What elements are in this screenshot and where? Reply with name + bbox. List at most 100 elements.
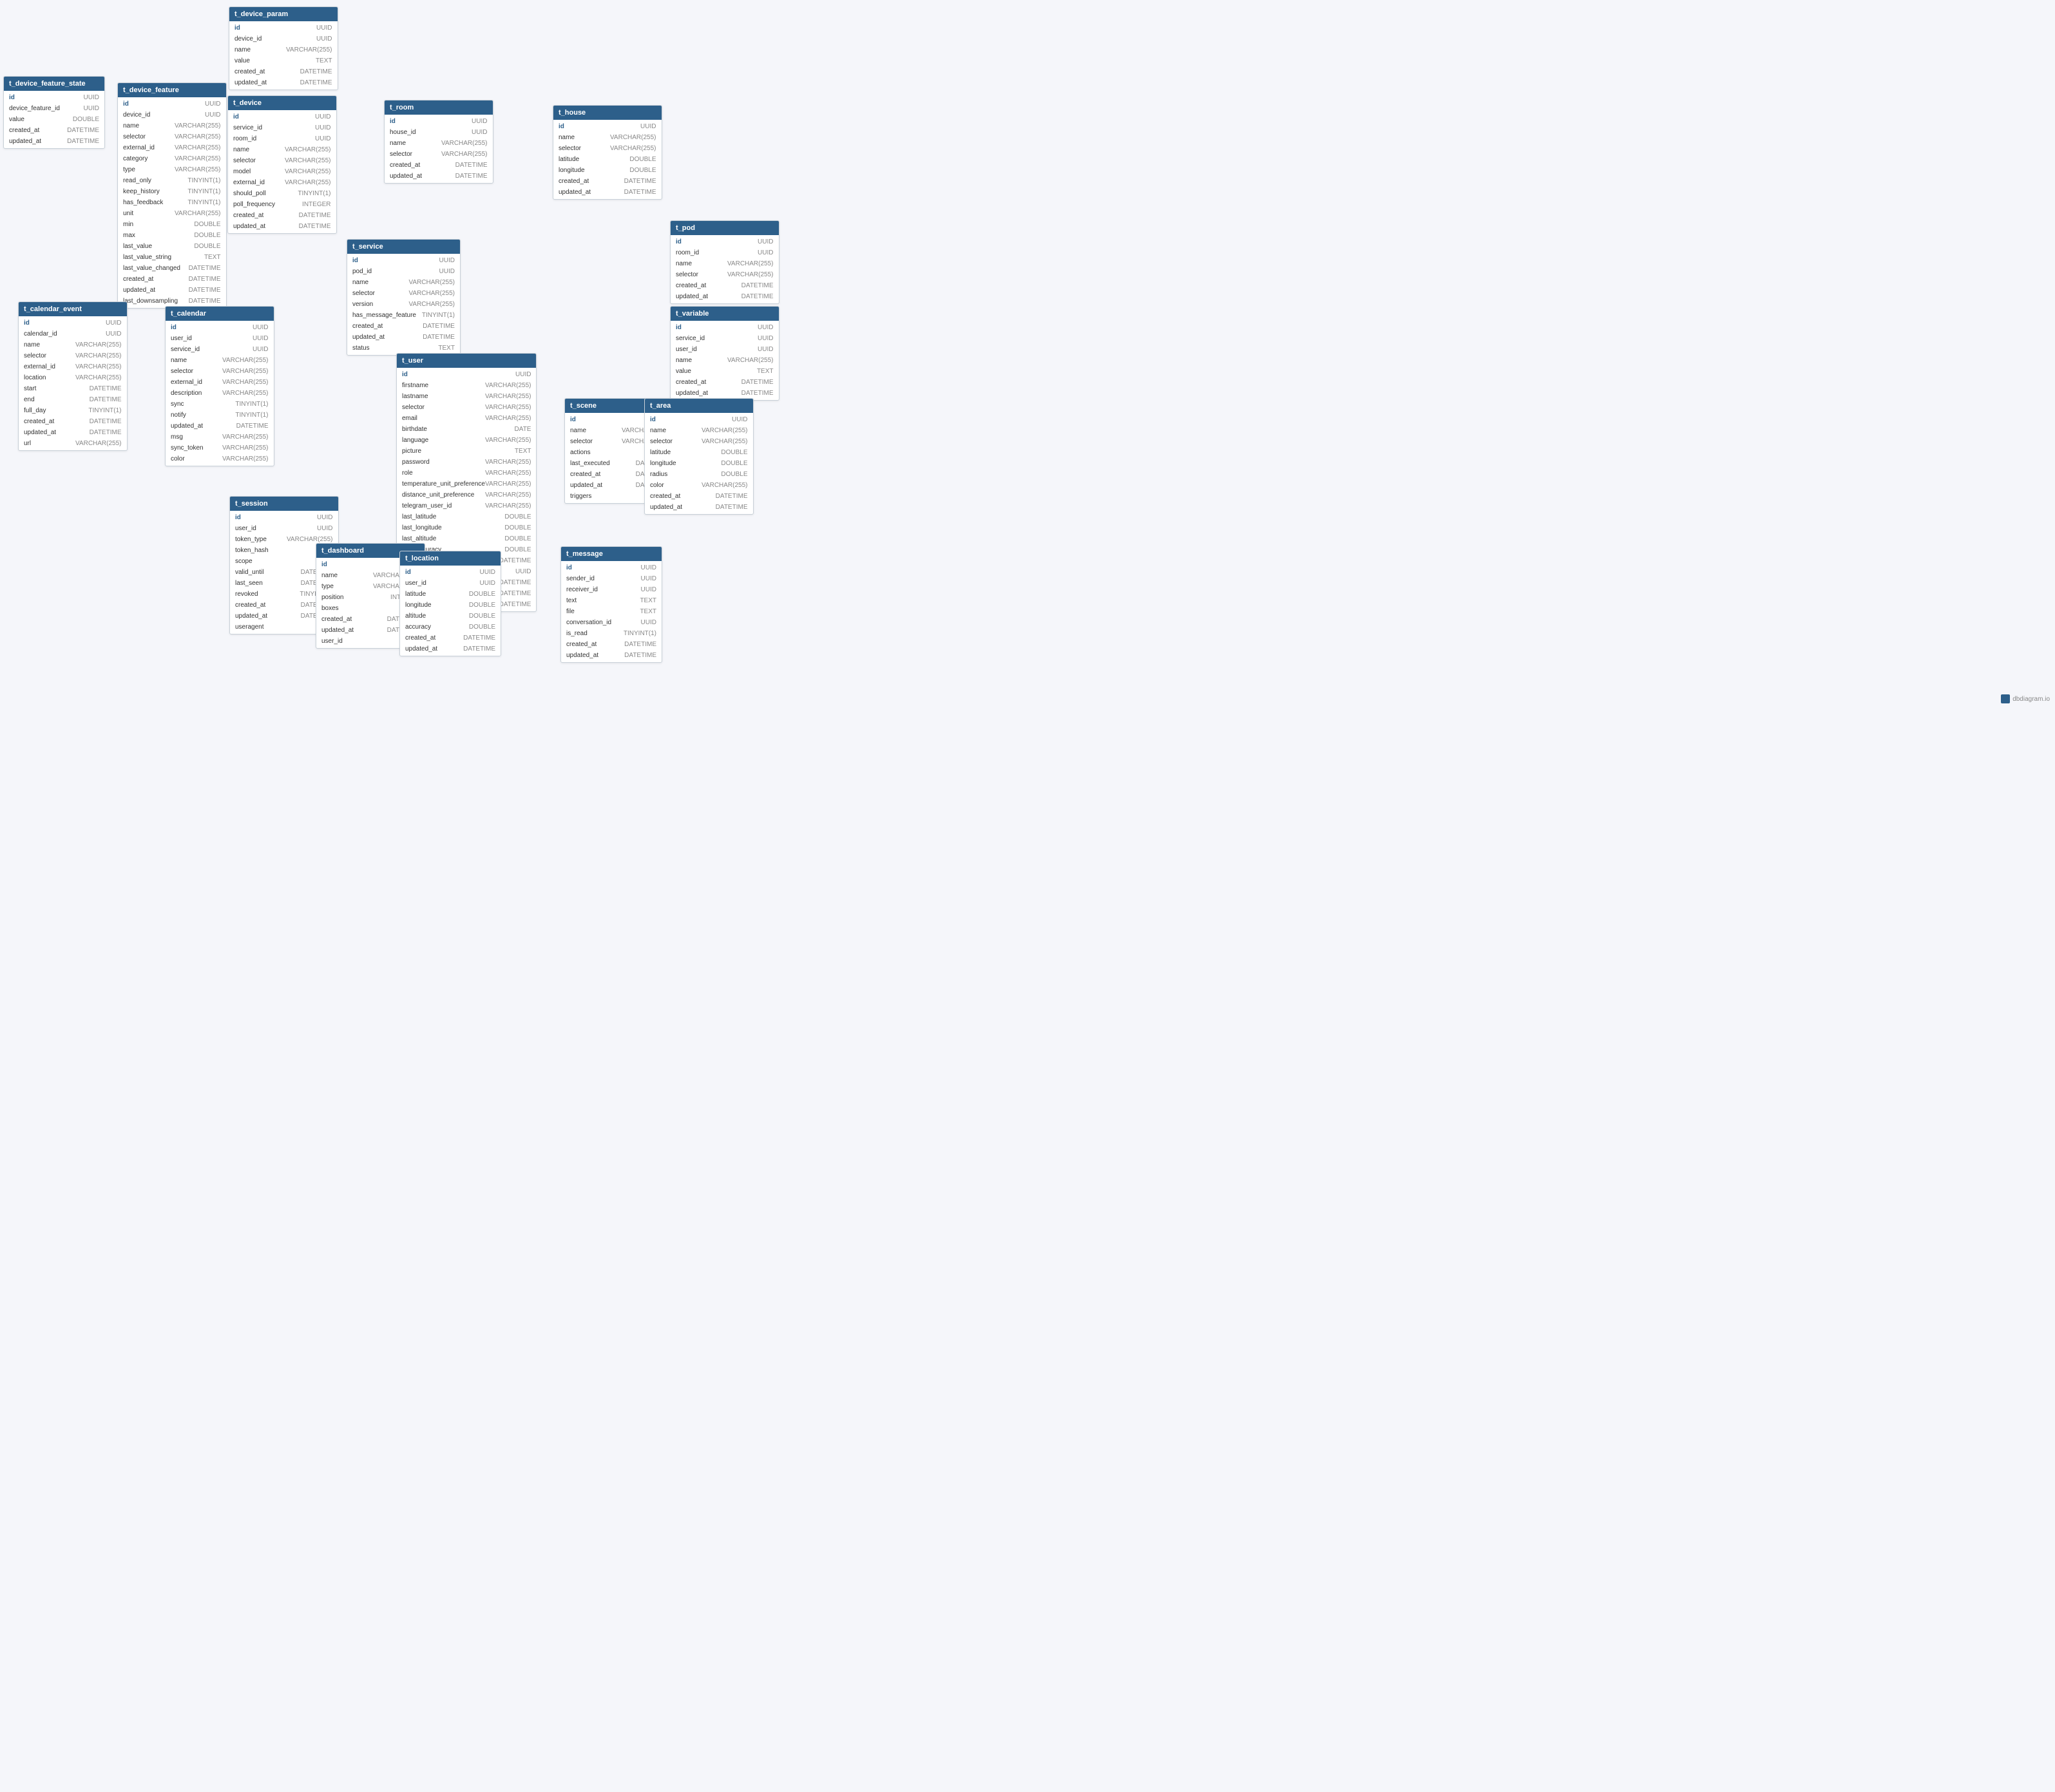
table-row: nameVARCHAR(255) bbox=[671, 355, 779, 366]
column-type: DOUBLE bbox=[457, 589, 495, 599]
table-row: updated_atDATETIME bbox=[645, 502, 753, 513]
column-type: DATETIME bbox=[61, 137, 99, 146]
column-type: VARCHAR(255) bbox=[222, 432, 269, 442]
column-type: DATETIME bbox=[618, 651, 656, 660]
column-name: created_at bbox=[234, 67, 286, 77]
table-body-t_room: idUUIDhouse_idUUIDnameVARCHAR(255)select… bbox=[385, 115, 493, 183]
table-row: idUUID bbox=[553, 121, 662, 132]
table-row: has_message_featureTINYINT(1) bbox=[347, 310, 460, 321]
table-row: emailVARCHAR(255) bbox=[397, 413, 536, 424]
table-header-t_user: t_user bbox=[397, 354, 536, 368]
table-row: idUUID bbox=[118, 99, 226, 110]
column-name: id bbox=[24, 318, 75, 328]
column-name: name bbox=[650, 426, 702, 435]
column-name: boxes bbox=[321, 604, 373, 613]
column-name: updated_at bbox=[171, 421, 222, 431]
column-name: msg bbox=[171, 432, 222, 442]
column-type: DATETIME bbox=[182, 274, 221, 284]
column-type: VARCHAR(255) bbox=[286, 45, 332, 55]
table-row: nameVARCHAR(255) bbox=[347, 277, 460, 288]
column-name: pod_id bbox=[352, 267, 404, 276]
column-name: notify bbox=[171, 410, 222, 420]
table-row: updated_atDATETIME bbox=[671, 388, 779, 399]
table-row: external_idVARCHAR(255) bbox=[118, 142, 226, 153]
column-type: DATETIME bbox=[457, 644, 495, 654]
column-type: VARCHAR(255) bbox=[702, 481, 748, 490]
table-row: altitudeDOUBLE bbox=[400, 611, 501, 622]
column-type: DATETIME bbox=[294, 78, 332, 88]
table-header-t_device_feature: t_device_feature bbox=[118, 83, 226, 97]
table-row: accuracyDOUBLE bbox=[400, 622, 501, 633]
table-t_variable: t_variableidUUIDservice_idUUIDuser_idUUI… bbox=[670, 306, 779, 401]
table-header-t_device_param: t_device_param bbox=[229, 7, 338, 21]
column-type: DOUBLE bbox=[709, 459, 748, 468]
column-type: UUID bbox=[83, 318, 122, 328]
column-type: VARCHAR(255) bbox=[408, 278, 455, 287]
column-type: VARCHAR(255) bbox=[485, 392, 531, 401]
column-name: picture bbox=[402, 446, 454, 456]
column-name: service_id bbox=[233, 123, 285, 133]
column-name: status bbox=[352, 343, 404, 353]
table-t_calendar: t_calendaridUUIDuser_idUUIDservice_idUUI… bbox=[165, 306, 274, 466]
table-row: idUUID bbox=[645, 414, 753, 425]
table-row: selectorVARCHAR(255) bbox=[118, 131, 226, 142]
column-name: selector bbox=[171, 367, 222, 376]
table-header-t_calendar_event: t_calendar_event bbox=[19, 302, 127, 316]
table-row: valueTEXT bbox=[229, 55, 338, 66]
column-type: VARCHAR(255) bbox=[485, 457, 531, 467]
column-name: created_at bbox=[570, 470, 622, 479]
table-body-t_house: idUUIDnameVARCHAR(255)selectorVARCHAR(25… bbox=[553, 120, 662, 199]
table-t_calendar_event: t_calendar_eventidUUIDcalendar_idUUIDnam… bbox=[18, 301, 128, 451]
table-row: is_readTINYINT(1) bbox=[561, 628, 662, 639]
column-type: DOUBLE bbox=[492, 534, 531, 544]
column-type: TINYINT(1) bbox=[416, 310, 455, 320]
column-name: revoked bbox=[235, 589, 287, 599]
column-type: TINYINT(1) bbox=[182, 187, 221, 196]
column-name: name bbox=[123, 121, 175, 131]
column-type: UUID bbox=[292, 134, 331, 144]
column-name: latitude bbox=[405, 589, 457, 599]
table-header-t_device: t_device bbox=[228, 96, 336, 110]
table-body-t_device_feature: idUUIDdevice_idUUIDnameVARCHAR(255)selec… bbox=[118, 97, 226, 308]
db-canvas: t_device_paramidUUIDdevice_idUUIDnameVAR… bbox=[0, 0, 767, 696]
column-type: VARCHAR(255) bbox=[175, 209, 221, 218]
column-name: created_at bbox=[559, 176, 610, 186]
column-name: valid_until bbox=[235, 567, 287, 577]
column-name: color bbox=[171, 454, 222, 464]
column-name: name bbox=[676, 259, 727, 269]
column-name: updated_at bbox=[9, 137, 61, 146]
column-name: last_longitude bbox=[402, 523, 454, 533]
column-name: name bbox=[233, 145, 285, 155]
watermark-text: dbdiagram.io bbox=[2012, 696, 2050, 703]
table-row: idUUID bbox=[671, 322, 779, 333]
table-t_message: t_messageidUUIDsender_idUUIDreceiver_idU… bbox=[560, 546, 662, 663]
column-type: VARCHAR(255) bbox=[610, 133, 656, 142]
column-name: last_value_changed bbox=[123, 263, 180, 273]
table-row: user_idUUID bbox=[230, 523, 338, 534]
column-name: longitude bbox=[650, 459, 702, 468]
table-row: syncTINYINT(1) bbox=[166, 399, 274, 410]
table-row: colorVARCHAR(255) bbox=[645, 480, 753, 491]
column-type: UUID bbox=[294, 34, 332, 44]
table-row: selectorVARCHAR(255) bbox=[645, 436, 753, 447]
table-row: last_longitudeDOUBLE bbox=[397, 522, 536, 533]
column-type: UUID bbox=[230, 323, 269, 332]
table-row: urlVARCHAR(255) bbox=[19, 438, 127, 449]
column-name: selector bbox=[559, 144, 610, 153]
column-name: selector bbox=[676, 270, 727, 280]
column-type: VARCHAR(255) bbox=[75, 439, 122, 448]
column-name: created_at bbox=[9, 126, 61, 135]
table-header-t_house: t_house bbox=[553, 106, 662, 120]
table-row: poll_frequencyINTEGER bbox=[228, 199, 336, 210]
column-name: triggers bbox=[570, 491, 622, 501]
column-name: location bbox=[24, 373, 75, 383]
table-header-t_area: t_area bbox=[645, 399, 753, 413]
column-name: room_id bbox=[676, 248, 727, 258]
column-type: UUID bbox=[230, 345, 269, 354]
table-t_area: t_areaidUUIDname VARCHAR(255) selectorVARC… bbox=[644, 398, 754, 515]
column-name: updated_at bbox=[123, 285, 175, 295]
table-row: updated_atDATETIME bbox=[671, 291, 779, 302]
table-body-t_device_feature_state: idUUIDdevice_feature_idUUIDvalueDOUBLEcr… bbox=[4, 91, 104, 148]
column-name: service_id bbox=[171, 345, 222, 354]
table-row: last_value_changedDATETIME bbox=[118, 263, 226, 274]
